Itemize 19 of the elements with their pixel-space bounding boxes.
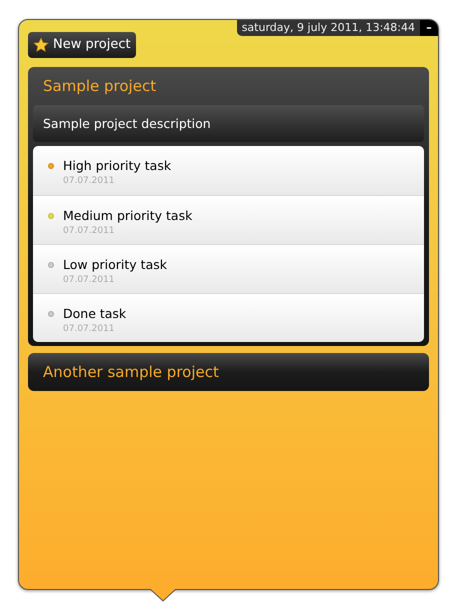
project-description: Sample project description (33, 105, 424, 142)
task-title: Medium priority task (63, 208, 192, 224)
task-title: High priority task (63, 158, 172, 174)
task-row[interactable]: Done task 07.07.2011 (33, 293, 424, 342)
task-date: 07.07.2011 (63, 274, 116, 287)
task-date: 07.07.2011 (63, 323, 116, 336)
minimize-button[interactable]: – (420, 20, 438, 36)
task-title: Low priority task (63, 257, 167, 273)
task-row[interactable]: Low priority task 07.07.2011 (33, 244, 424, 293)
datetime-label: saturday, 9 july 2011, 13:48:44 (236, 20, 420, 36)
star-icon (33, 37, 49, 53)
task-row[interactable]: High priority task 07.07.2011 (33, 146, 424, 195)
project-title[interactable]: Sample project (28, 67, 429, 105)
task-date: 07.07.2011 (63, 225, 116, 238)
project-title[interactable]: Another sample project (28, 353, 429, 391)
task-title: Done task (63, 306, 126, 322)
task-date: 07.07.2011 (63, 175, 116, 188)
new-project-button[interactable]: New project (28, 32, 136, 58)
task-row[interactable]: Medium priority task 07.07.2011 (33, 195, 424, 244)
